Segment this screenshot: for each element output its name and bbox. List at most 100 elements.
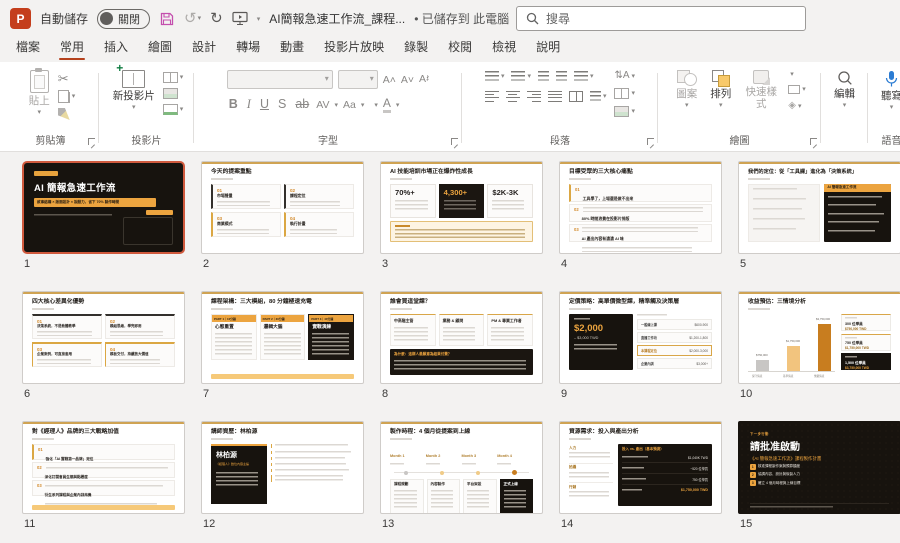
slide-4-canvas[interactable]: 目標受眾的三大核心痛點 01工具學了，上場還是做不出來 0280% 時間浪費在投…	[559, 161, 722, 254]
clipboard-dialog-launcher[interactable]	[88, 138, 95, 145]
slide-layout-button[interactable]: ▾	[163, 72, 184, 83]
shadow-button[interactable]: S	[276, 96, 288, 114]
cut-button[interactable]: ✂	[58, 72, 69, 85]
slide-thumbnail-6[interactable]: 四大核心差異化優勢 01決策系統，不是軟體教學 02模組思維，學完即用 03企業…	[22, 291, 185, 400]
paste-button[interactable]: 貼上 ▾	[26, 67, 53, 117]
new-slide-button[interactable]: 新投影片 ▾	[110, 67, 158, 112]
saved-status[interactable]: • 已儲存到 此電腦	[414, 10, 509, 27]
align-left-button[interactable]	[485, 91, 499, 102]
slide-thumbnail-2[interactable]: 今天的提案重點 01市場聲量 02課程定位 03商業模式 04執行計畫 2	[201, 161, 364, 270]
columns-button[interactable]	[569, 91, 583, 102]
align-right-button[interactable]	[527, 91, 541, 102]
dictate-button[interactable]: 聽寫 ▾	[878, 67, 900, 112]
slide-9-canvas[interactable]: 定價策略：高單價微型課，精準觸及決策層 $2,000 – $3,000 TWD …	[559, 291, 722, 384]
tab-transitions[interactable]: 轉場	[226, 35, 270, 62]
slide-thumbnail-11[interactable]: 對《經理人》品牌的三大戰略加值 01強化「AI 實戰第一品牌」定位 02深化訂閱…	[22, 421, 185, 530]
underline-button[interactable]: U	[258, 96, 271, 114]
powerpoint-app-icon[interactable]: P	[10, 8, 31, 29]
redo-button[interactable]: ↻	[210, 11, 223, 26]
arrange-button[interactable]: 排列 ▾	[707, 67, 734, 110]
slide-thumbnail-1[interactable]: AI 簡報急速工作流 敘事結構 × 版面設計 × 說服力，省下 70% 製作時間…	[22, 161, 185, 270]
autosave-toggle[interactable]: 關閉	[97, 9, 150, 29]
tab-home[interactable]: 常用	[50, 35, 94, 62]
numbering-button[interactable]: ▾	[511, 71, 531, 82]
search-input[interactable]: 搜尋	[516, 6, 806, 31]
align-text-button[interactable]: ⇅A▾	[614, 71, 635, 81]
slide-1-canvas[interactable]: AI 簡報急速工作流 敘事結構 × 版面設計 × 說服力，省下 70% 製作時間	[22, 161, 185, 254]
section-button[interactable]: ▾	[163, 104, 184, 115]
slide-3-canvas[interactable]: AI 技能培訓市場正在爆炸性成長 70%+ 4,300+ $2K-3K	[380, 161, 543, 254]
slide-thumbnail-9[interactable]: 定價策略：高單價微型課，精準觸及決策層 $2,000 – $3,000 TWD …	[559, 291, 722, 400]
text-box-align-button[interactable]: ▾	[614, 88, 635, 99]
font-name-select[interactable]	[227, 70, 333, 89]
save-button[interactable]	[159, 11, 175, 27]
slide-thumbnail-13[interactable]: 製作時程：4 個月從提案到上線 Month 1 Month 2 Month 3 …	[380, 421, 543, 530]
start-slideshow-button[interactable]	[232, 11, 248, 26]
decrease-indent-button[interactable]	[538, 71, 549, 82]
increase-font-button[interactable]: A˄	[383, 74, 396, 86]
slide-thumbnail-10[interactable]: 收益預估：三情境分析 $750,000 $1,750,000 $3,750,00…	[738, 291, 900, 400]
slide-15-canvas[interactable]: 下一步行動 請批准啟動 《AI 簡報急速工作流》課程製作計畫 1核准課程製作案與…	[738, 421, 900, 514]
drawing-dialog-launcher[interactable]	[810, 138, 817, 145]
italic-button[interactable]: I	[245, 96, 253, 114]
text-direction-button[interactable]: ▾	[590, 91, 607, 102]
shape-outline-button[interactable]: ▾	[788, 85, 806, 94]
quick-styles-button[interactable]: 快速樣式	[741, 67, 781, 110]
ribbon-options-chevron[interactable]: ▾	[257, 15, 261, 23]
shapes-button[interactable]: 圖案 ▾	[673, 67, 700, 110]
tab-file[interactable]: 檔案	[6, 35, 50, 62]
clear-formatting-button[interactable]: A𝄽	[419, 73, 429, 86]
tab-review[interactable]: 校閱	[438, 35, 482, 62]
line-spacing-button[interactable]: ▾	[574, 71, 594, 82]
convert-smartart-button[interactable]: ▾	[614, 106, 635, 117]
format-painter-button[interactable]	[58, 108, 70, 120]
character-spacing-button[interactable]: AV	[316, 99, 329, 111]
tab-draw[interactable]: 繪圖	[138, 35, 182, 62]
document-title[interactable]: AI簡報急速工作流_課程...	[269, 10, 405, 27]
change-case-button[interactable]: Aa	[343, 99, 356, 111]
slide-11-canvas[interactable]: 對《經理人》品牌的三大戰略加值 01強化「AI 實戰第一品牌」定位 02深化訂閱…	[22, 421, 185, 514]
instructor-name: 林柏源	[216, 450, 262, 460]
slide-10-canvas[interactable]: 收益預估：三情境分析 $750,000 $1,750,000 $3,750,00…	[738, 291, 900, 384]
increase-indent-button[interactable]	[556, 71, 567, 82]
font-dialog-launcher[interactable]	[451, 138, 458, 145]
tab-design[interactable]: 設計	[182, 35, 226, 62]
tab-slideshow[interactable]: 投影片放映	[314, 35, 394, 62]
slide-thumbnail-14[interactable]: 資源需求：投入與產出分析 人力 拍攝 行銷 投入 vs. 產出（基本預測） $1…	[559, 421, 722, 530]
slide-12-canvas[interactable]: 講師資歷：林柏源 林柏源 《經理人》數位內容主編	[201, 421, 364, 514]
font-color-button[interactable]: A	[383, 97, 391, 113]
undo-button[interactable]: ↺▾	[184, 11, 201, 26]
slide-thumbnail-5[interactable]: 我們的定位：從「工具課」進化為「決策系統」 AI 簡報急速工作流	[738, 161, 900, 270]
tab-animations[interactable]: 動畫	[270, 35, 314, 62]
reset-slide-button[interactable]	[163, 88, 178, 99]
shape-fill-button[interactable]: ▾	[788, 71, 794, 78]
tab-view[interactable]: 檢視	[482, 35, 526, 62]
editing-button[interactable]: 編輯 ▾	[831, 67, 858, 110]
slide-6-canvas[interactable]: 四大核心差異化優勢 01決策系統，不是軟體教學 02模組思維，學完即用 03企業…	[22, 291, 185, 384]
slide-8-canvas[interactable]: 誰會買這堂課？ 中高階主管 業務 & 顧問 PM & 專業工作者 為什麼：這群人…	[380, 291, 543, 384]
bold-button[interactable]: B	[227, 96, 240, 114]
slide-thumbnail-12[interactable]: 講師資歷：林柏源 林柏源 《經理人》數位內容主編	[201, 421, 364, 530]
slide-thumbnail-7[interactable]: 課程架構：三大模組，80 分鐘極速充電 PART 1｜10分鐘心態重置 PART…	[201, 291, 364, 400]
slide-5-canvas[interactable]: 我們的定位：從「工具課」進化為「決策系統」 AI 簡報急速工作流	[738, 161, 900, 254]
slide-thumbnail-8[interactable]: 誰會買這堂課？ 中高階主管 業務 & 顧問 PM & 專業工作者 為什麼：這群人…	[380, 291, 543, 400]
decrease-font-button[interactable]: A˅	[401, 74, 414, 86]
slide-7-canvas[interactable]: 課程架構：三大模組，80 分鐘極速充電 PART 1｜10分鐘心態重置 PART…	[201, 291, 364, 384]
slide-thumbnail-3[interactable]: AI 技能培訓市場正在爆炸性成長 70%+ 4,300+ $2K-3K 3	[380, 161, 543, 270]
slide-thumbnail-4[interactable]: 目標受眾的三大核心痛點 01工具學了，上場還是做不出來 0280% 時間浪費在投…	[559, 161, 722, 270]
tab-help[interactable]: 說明	[526, 35, 570, 62]
bullets-button[interactable]: ▾	[485, 71, 505, 82]
shape-effects-button[interactable]: ◈▾	[788, 101, 801, 111]
slide-2-canvas[interactable]: 今天的提案重點 01市場聲量 02課程定位 03商業模式 04執行計畫	[201, 161, 364, 254]
slide-thumbnail-15[interactable]: 下一步行動 請批准啟動 《AI 簡報急速工作流》課程製作計畫 1核准課程製作案與…	[738, 421, 900, 530]
tab-record[interactable]: 錄製	[394, 35, 438, 62]
justify-button[interactable]	[548, 91, 562, 102]
slide-13-canvas[interactable]: 製作時程：4 個月從提案到上線 Month 1 Month 2 Month 3 …	[380, 421, 543, 514]
align-center-button[interactable]	[506, 91, 520, 102]
paragraph-dialog-launcher[interactable]	[647, 138, 654, 145]
slide-14-canvas[interactable]: 資源需求：投入與產出分析 人力 拍攝 行銷 投入 vs. 產出（基本預測） $1…	[559, 421, 722, 514]
tab-insert[interactable]: 插入	[94, 35, 138, 62]
copy-button[interactable]: ▾	[58, 90, 76, 103]
strikethrough-button[interactable]: ab	[293, 96, 311, 114]
font-size-select[interactable]	[338, 70, 378, 89]
